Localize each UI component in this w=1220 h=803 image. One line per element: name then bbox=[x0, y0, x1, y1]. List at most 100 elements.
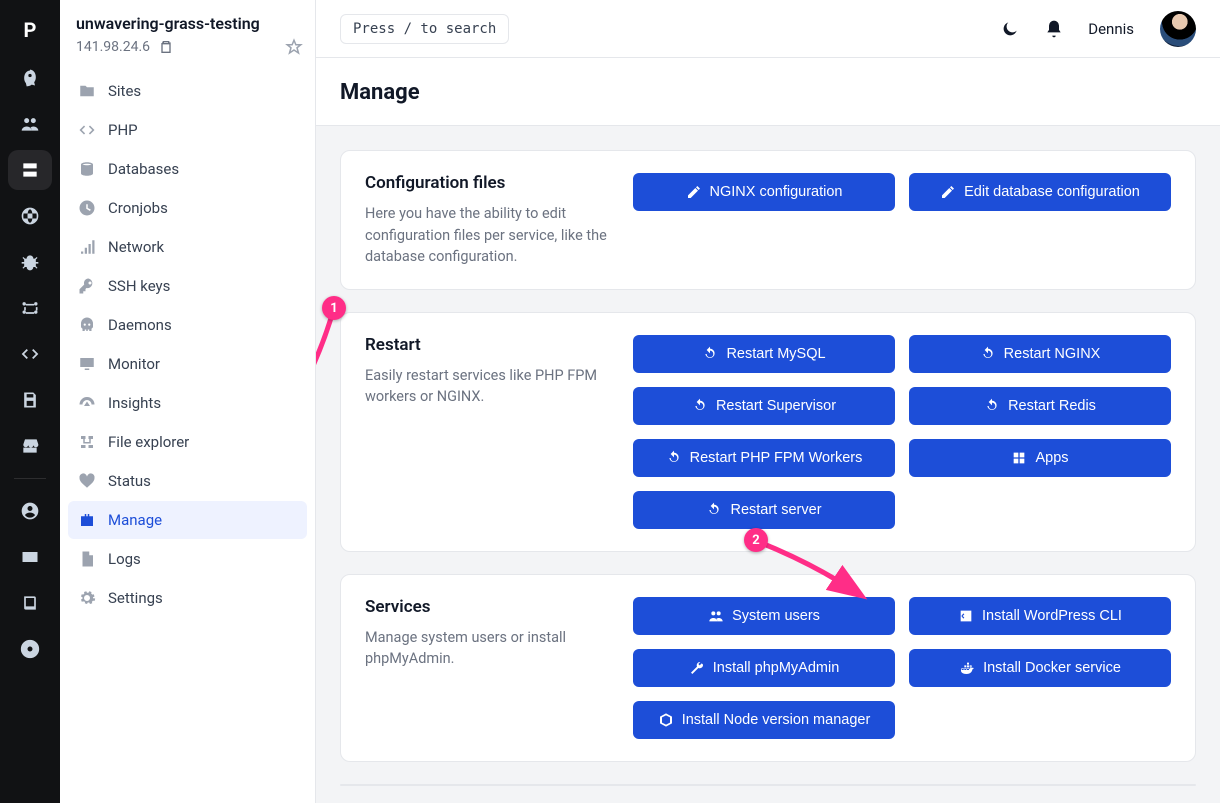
avatar[interactable] bbox=[1160, 11, 1196, 47]
sidebar-item-manage[interactable]: Manage bbox=[68, 501, 307, 539]
key-icon bbox=[78, 277, 96, 295]
card-services: Services Manage system users or install … bbox=[340, 574, 1196, 762]
users-icon bbox=[20, 114, 40, 134]
sidebar-item-label: Logs bbox=[108, 550, 141, 568]
app-logo[interactable]: P bbox=[8, 8, 52, 52]
rail-item-support[interactable] bbox=[8, 629, 52, 669]
sidebar-item-sshkeys[interactable]: SSH keys bbox=[68, 267, 307, 305]
rail-item-marketplace[interactable] bbox=[8, 426, 52, 466]
services-button-system-users[interactable]: System users bbox=[633, 597, 895, 635]
server-icon bbox=[20, 160, 40, 180]
code-icon bbox=[78, 121, 96, 139]
sidebar-item-settings[interactable]: Settings bbox=[68, 579, 307, 617]
card-title: Configuration files bbox=[365, 173, 609, 193]
rail-item-code[interactable] bbox=[8, 334, 52, 374]
sidebar-header: unwavering-grass-testing 141.98.24.6 bbox=[60, 0, 315, 65]
config-button-nginx-configuration[interactable]: NGINX configuration bbox=[633, 173, 895, 211]
database-icon bbox=[78, 160, 96, 178]
star-icon[interactable] bbox=[285, 38, 303, 56]
button-label: Restart PHP FPM Workers bbox=[690, 450, 863, 466]
heart-icon bbox=[78, 472, 96, 490]
rail-item-billing[interactable] bbox=[8, 537, 52, 577]
restart-button-apps[interactable]: Apps bbox=[909, 439, 1171, 477]
rail-item-docs[interactable] bbox=[8, 583, 52, 623]
pencil-icon bbox=[686, 184, 702, 200]
grid-icon bbox=[1011, 450, 1027, 466]
services-button-install-wordpress-cli[interactable]: Install WordPress CLI bbox=[909, 597, 1171, 635]
sidebar-item-fileexplorer[interactable]: File explorer bbox=[68, 423, 307, 461]
rail-item-account[interactable] bbox=[8, 491, 52, 531]
sidebar-item-label: Network bbox=[108, 238, 164, 256]
rail-item-bugs[interactable] bbox=[8, 242, 52, 282]
restart-button-restart-server[interactable]: Restart server bbox=[633, 491, 895, 529]
pencil-icon bbox=[940, 184, 956, 200]
server-name: unwavering-grass-testing bbox=[76, 14, 299, 33]
rail-separator bbox=[14, 478, 46, 479]
docker-icon bbox=[959, 660, 975, 676]
sidebar-item-label: Cronjobs bbox=[108, 199, 168, 217]
sidebar-item-daemons[interactable]: Daemons bbox=[68, 306, 307, 344]
icon-rail: P bbox=[0, 0, 60, 803]
button-label: Restart Supervisor bbox=[716, 398, 836, 414]
sidebar-item-monitor[interactable]: Monitor bbox=[68, 345, 307, 383]
bell-icon bbox=[1044, 19, 1064, 39]
sync-icon bbox=[666, 450, 682, 466]
sidebar-item-label: PHP bbox=[108, 121, 138, 139]
button-label: Install Node version manager bbox=[682, 712, 871, 728]
sidebar-item-logs[interactable]: Logs bbox=[68, 540, 307, 578]
sidebar-item-label: Daemons bbox=[108, 316, 172, 334]
services-button-install-phpmyadmin[interactable]: Install phpMyAdmin bbox=[633, 649, 895, 687]
config-button-edit-database-configuration[interactable]: Edit database configuration bbox=[909, 173, 1171, 211]
rail-item-graph[interactable] bbox=[8, 288, 52, 328]
button-label: Restart NGINX bbox=[1004, 346, 1101, 362]
sidebar-item-cronjobs[interactable]: Cronjobs bbox=[68, 189, 307, 227]
sidebar-item-status[interactable]: Status bbox=[68, 462, 307, 500]
rail-item-launch[interactable] bbox=[8, 58, 52, 98]
tree-icon bbox=[78, 433, 96, 451]
sidebar-nav: Sites PHP Databases Cronjobs Network SSH keys… bbox=[60, 65, 315, 624]
gauge-icon bbox=[78, 394, 96, 412]
rail-item-servers[interactable] bbox=[8, 150, 52, 190]
rocket-icon bbox=[20, 68, 40, 88]
monitor-icon bbox=[78, 355, 96, 373]
briefcase-icon bbox=[78, 511, 96, 529]
user-circle-icon bbox=[20, 501, 40, 521]
sidebar-item-network[interactable]: Network bbox=[68, 228, 307, 266]
restart-button-restart-php-fpm-workers[interactable]: Restart PHP FPM Workers bbox=[633, 439, 895, 477]
gear-icon bbox=[78, 589, 96, 607]
button-label: System users bbox=[732, 608, 820, 624]
sidebar-item-php[interactable]: PHP bbox=[68, 111, 307, 149]
services-button-install-node-version-manager[interactable]: Install Node version manager bbox=[633, 701, 895, 739]
restart-button-restart-supervisor[interactable]: Restart Supervisor bbox=[633, 387, 895, 425]
sync-icon bbox=[984, 398, 1000, 414]
theme-toggle[interactable] bbox=[996, 15, 1024, 43]
search-input[interactable]: Press / to search bbox=[340, 14, 509, 44]
notifications-button[interactable] bbox=[1040, 15, 1068, 43]
restart-button-restart-nginx[interactable]: Restart NGINX bbox=[909, 335, 1171, 373]
book-icon bbox=[20, 593, 40, 613]
clock-icon bbox=[78, 199, 96, 217]
card-desc: Here you have the ability to edit config… bbox=[365, 203, 609, 266]
rail-item-domains[interactable] bbox=[8, 196, 52, 236]
card-desc: Manage system users or install phpMyAdmi… bbox=[365, 627, 609, 669]
wrench-icon bbox=[689, 660, 705, 676]
sidebar-item-label: SSH keys bbox=[108, 277, 170, 295]
restart-button-restart-mysql[interactable]: Restart MySQL bbox=[633, 335, 895, 373]
page-title-row: Manage bbox=[316, 58, 1220, 126]
main: Press / to search Dennis Manage Configur… bbox=[316, 0, 1220, 803]
rail-item-backups[interactable] bbox=[8, 380, 52, 420]
clipboard-icon[interactable] bbox=[158, 39, 174, 55]
card-title: Services bbox=[365, 597, 609, 617]
rail-item-teams[interactable] bbox=[8, 104, 52, 144]
code-icon bbox=[20, 344, 40, 364]
page-title: Manage bbox=[340, 80, 1196, 105]
sidebar-item-databases[interactable]: Databases bbox=[68, 150, 307, 188]
restart-button-restart-redis[interactable]: Restart Redis bbox=[909, 387, 1171, 425]
sidebar-item-label: Sites bbox=[108, 82, 141, 100]
services-button-install-docker-service[interactable]: Install Docker service bbox=[909, 649, 1171, 687]
card-icon bbox=[20, 547, 40, 567]
sidebar-item-insights[interactable]: Insights bbox=[68, 384, 307, 422]
sidebar-item-sites[interactable]: Sites bbox=[68, 72, 307, 110]
username-label[interactable]: Dennis bbox=[1088, 20, 1134, 38]
sidebar: unwavering-grass-testing 141.98.24.6 Sit… bbox=[60, 0, 316, 803]
